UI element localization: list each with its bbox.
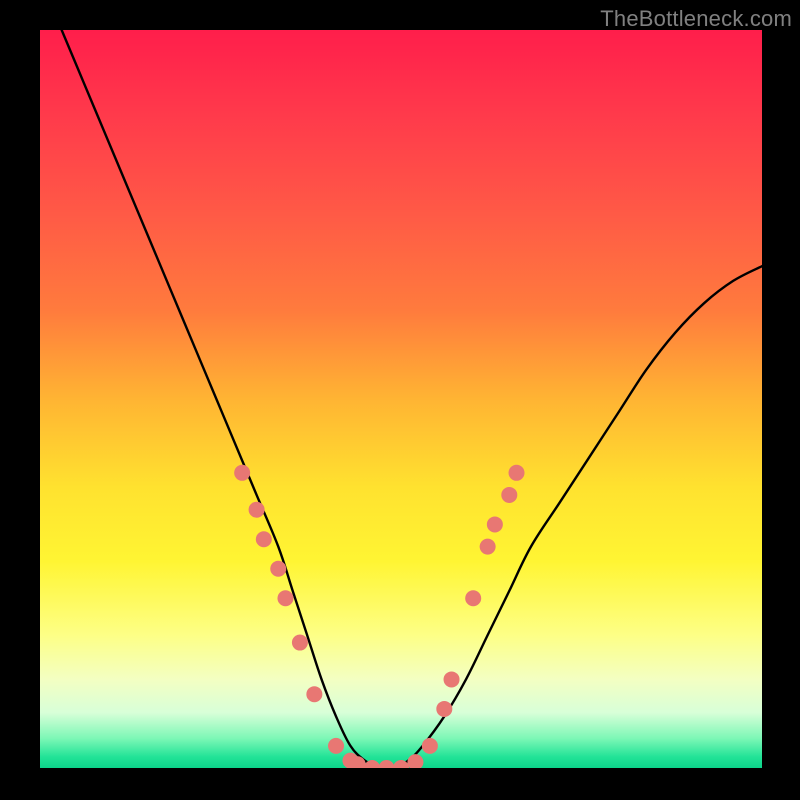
curve-marker xyxy=(350,756,366,772)
curve-marker xyxy=(256,531,272,547)
curve-marker xyxy=(364,760,380,776)
curve-marker xyxy=(422,738,438,754)
curve-marker xyxy=(234,465,250,481)
curve-marker xyxy=(465,590,481,606)
bottleneck-chart xyxy=(0,0,800,800)
curve-marker xyxy=(277,590,293,606)
attribution-label: TheBottleneck.com xyxy=(600,6,792,32)
curve-marker xyxy=(509,465,525,481)
curve-marker xyxy=(436,701,452,717)
plot-background xyxy=(40,30,762,768)
curve-marker xyxy=(328,738,344,754)
curve-marker xyxy=(249,502,265,518)
curve-marker xyxy=(306,686,322,702)
curve-marker xyxy=(292,635,308,651)
curve-marker xyxy=(501,487,517,503)
chart-container: TheBottleneck.com xyxy=(0,0,800,800)
curve-marker xyxy=(407,754,423,770)
curve-marker xyxy=(444,671,460,687)
curve-marker xyxy=(270,561,286,577)
curve-marker xyxy=(393,760,409,776)
curve-marker xyxy=(480,539,496,555)
curve-marker xyxy=(487,516,503,532)
curve-marker xyxy=(379,760,395,776)
